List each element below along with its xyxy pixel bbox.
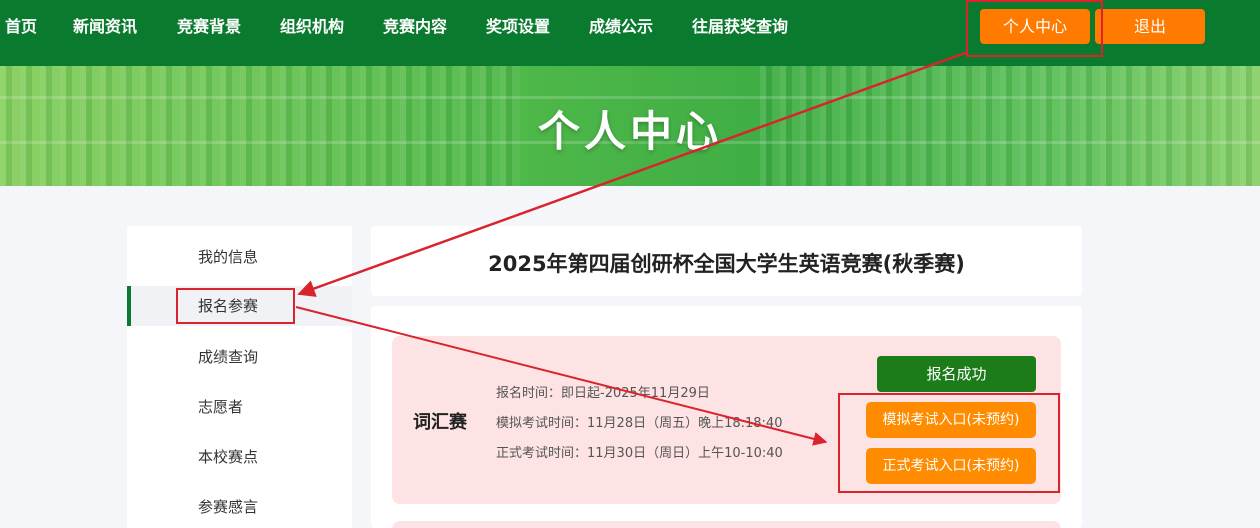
- competition-title: 2025年第四届创研杯全国大学生英语竞赛(秋季赛): [488, 252, 965, 276]
- nav-past-winners[interactable]: 往届获奖查询: [692, 0, 788, 54]
- nav-awards[interactable]: 奖项设置: [486, 0, 550, 54]
- nav-news[interactable]: 新闻资讯: [73, 0, 137, 54]
- sidebar-item-school-venue[interactable]: 本校赛点: [127, 437, 352, 477]
- logout-button[interactable]: 退出: [1095, 9, 1205, 44]
- formal-exam-time: 正式考试时间：11月30日（周日）上午10-10:40: [496, 446, 783, 461]
- nav-content[interactable]: 竞赛内容: [383, 0, 447, 54]
- page-banner: 个人中心: [0, 66, 1260, 186]
- competition-title-card: 2025年第四届创研杯全国大学生英语竞赛(秋季赛): [371, 226, 1082, 296]
- sidebar-item-testimonials[interactable]: 参赛感言: [127, 487, 352, 527]
- annotation-box-profile: [966, 0, 1103, 57]
- registration-success-button[interactable]: 报名成功: [877, 356, 1036, 392]
- sidebar-item-volunteer[interactable]: 志愿者: [127, 387, 352, 427]
- nav-home[interactable]: 首页: [5, 0, 37, 54]
- sidebar-menu: 我的信息 报名参赛 成绩查询 志愿者 本校赛点 参赛感言: [127, 226, 352, 528]
- competition-name: 词汇赛: [413, 412, 467, 433]
- registration-time: 报名时间：即日起-2025年11月29日: [496, 386, 710, 401]
- nav-organization[interactable]: 组织机构: [280, 0, 344, 54]
- sidebar-item-score-query[interactable]: 成绩查询: [127, 337, 352, 377]
- annotation-box-exam-entries: [838, 393, 1060, 493]
- banner-title: 个人中心: [537, 107, 722, 156]
- mock-exam-time: 模拟考试时间：11月28日（周五）晚上18:18:40: [496, 416, 783, 431]
- sidebar-item-my-info[interactable]: 我的信息: [127, 237, 352, 277]
- nav-background[interactable]: 竞赛背景: [177, 0, 241, 54]
- annotation-box-register: [176, 288, 295, 324]
- nav-results[interactable]: 成绩公示: [589, 0, 653, 54]
- competition-item-card-next: [392, 521, 1061, 528]
